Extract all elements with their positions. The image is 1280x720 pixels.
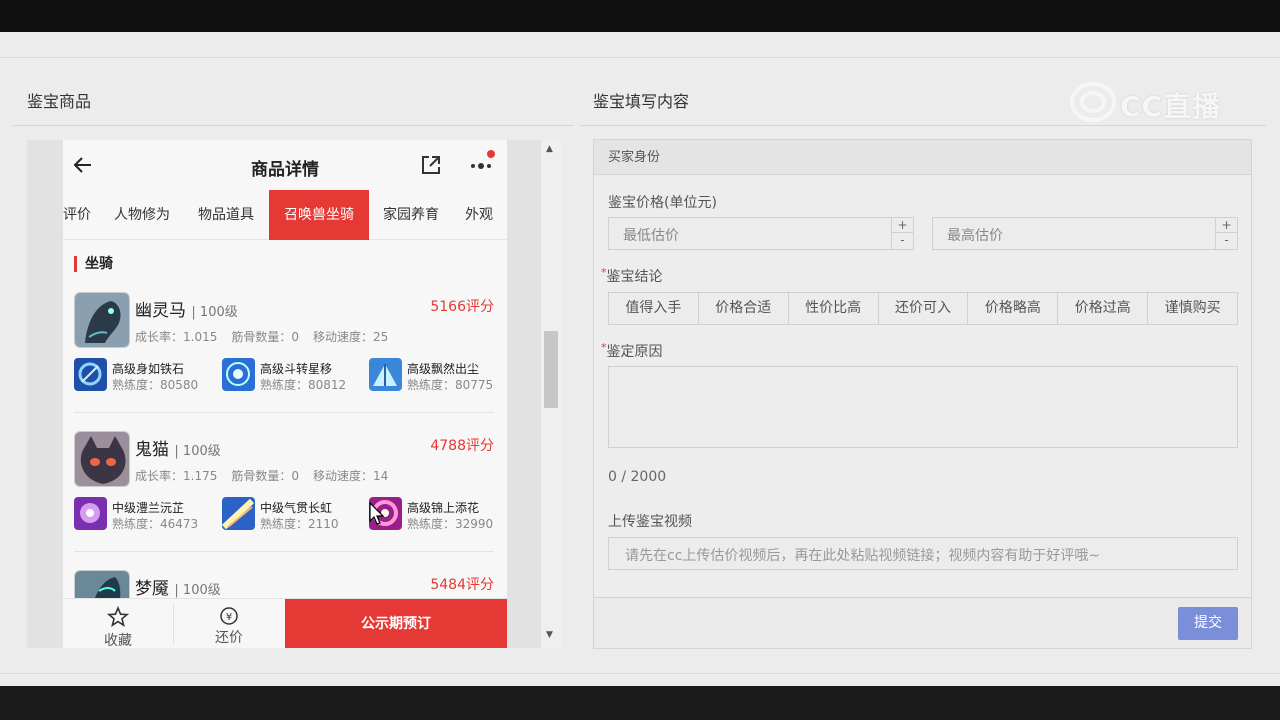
scrollbar-thumb[interactable] [544, 331, 558, 408]
skill-item: 高级斗转星移 熟练度：80812 [222, 358, 370, 392]
mouse-cursor-icon [369, 502, 385, 525]
preview-scrollbar[interactable]: ▲ ▼ [541, 140, 562, 648]
pet-stats: 成长率：1.015 筋骨数量：0 移动速度：25 [135, 330, 389, 344]
pet-stats: 成长率：1.175 筋骨数量：0 移动速度：14 [135, 469, 389, 483]
conclusion-option[interactable]: 性价比高 [788, 293, 879, 324]
tab-home[interactable]: 家园养育 [375, 190, 447, 240]
pet-name: 鬼猫 | 100级 [135, 440, 221, 460]
tab-appearance[interactable]: 外观 [459, 190, 499, 240]
pet-score: 5484评分 [430, 577, 494, 593]
skill-icon [222, 497, 255, 530]
phone-bottom-bar: 收藏 ¥ 还价 公示期预订 [63, 598, 507, 648]
tab-character[interactable]: 人物修为 [105, 190, 179, 240]
scroll-down-icon[interactable]: ▼ [546, 630, 553, 640]
skill-icon [222, 358, 255, 391]
min-price-stepper[interactable]: + - [891, 218, 913, 249]
product-preview: 商品详情 评价 人物修为 物品道具 召唤兽坐骑 家园养育 外观 坐骑 幽灵马 |… [27, 140, 562, 648]
skill-icon [74, 497, 107, 530]
favorite-button[interactable]: 收藏 [63, 599, 173, 648]
left-divider [13, 125, 574, 126]
conclusion-option[interactable]: 谨慎购买 [1148, 293, 1238, 324]
svg-text:¥: ¥ [226, 612, 232, 623]
phone-nav-bar: 商品详情 [63, 140, 507, 190]
tab-items[interactable]: 物品道具 [189, 190, 263, 240]
window-bottom-bar [0, 686, 1280, 720]
phone-screen: 商品详情 评价 人物修为 物品道具 召唤兽坐骑 家园养育 外观 坐骑 幽灵马 |… [63, 140, 507, 648]
conclusion-label: *鉴宝结论 [601, 266, 663, 285]
skill-item: 中级澧兰沅芷 熟练度：46473 [74, 497, 222, 531]
tab-summons-mounts[interactable]: 召唤兽坐骑 [269, 190, 369, 240]
category-tabs: 评价 人物修为 物品道具 召唤兽坐骑 家园养育 外观 [63, 190, 507, 240]
reserve-button[interactable]: 公示期预订 [285, 599, 507, 648]
pet-name: 幽灵马 | 100级 [135, 301, 238, 321]
list-item[interactable]: 鬼猫 | 100级 4788评分 成长率：1.175 筋骨数量：0 移动速度：14 … [74, 431, 498, 569]
bargain-button[interactable]: ¥ 还价 [174, 599, 284, 648]
min-price-input[interactable]: 最低估价 + - [608, 217, 914, 250]
skill-icon [369, 358, 402, 391]
left-section-title: 鉴宝商品 [27, 92, 92, 111]
window-top-bar [0, 0, 1280, 32]
buyer-identity-header: 买家身份 [594, 140, 1251, 175]
yuan-coin-icon: ¥ [220, 607, 238, 625]
share-icon[interactable] [420, 154, 442, 176]
skill-item: 高级飘然出尘 熟练度：80775 [369, 358, 507, 392]
star-icon [107, 606, 129, 627]
section-heading: 坐骑 [74, 256, 113, 272]
more-menu-icon[interactable] [468, 150, 496, 176]
notification-dot-icon [487, 150, 495, 158]
skill-icon [74, 358, 107, 391]
list-item[interactable]: 幽灵马 | 100级 5166评分 成长率：1.015 筋骨数量：0 移动速度：25… [74, 292, 498, 430]
item-divider [74, 412, 494, 413]
pet-score: 5166评分 [430, 299, 494, 315]
top-border [0, 57, 1280, 58]
right-divider [580, 125, 1266, 126]
video-url-input[interactable]: 请先在cc上传估价视频后，再在此处粘贴视频链接；视频内容有助于好评哦~ [608, 537, 1238, 570]
conclusion-option[interactable]: 价格过高 [1058, 293, 1149, 324]
conclusion-option[interactable]: 还价可入 [878, 293, 969, 324]
conclusion-option[interactable]: 值得入手 [609, 293, 699, 324]
skill-item: 高级锦上添花 熟练度：32990 [369, 497, 507, 531]
skill-item: 中级气贯长虹 熟练度：2110 [222, 497, 370, 531]
conclusion-option[interactable]: 价格略高 [968, 293, 1059, 324]
reason-textarea[interactable] [608, 366, 1238, 448]
right-section-title: 鉴宝填写内容 [593, 92, 690, 111]
pet-avatar [74, 431, 130, 487]
reason-label: *鉴定原因 [601, 341, 663, 360]
scroll-up-icon[interactable]: ▲ [546, 144, 553, 154]
max-price-input[interactable]: 最高估价 + - [932, 217, 1238, 250]
conclusion-option[interactable]: 价格合适 [698, 293, 789, 324]
price-label: 鉴宝价格(单位元) [608, 195, 717, 211]
appraisal-form: 买家身份 鉴宝价格(单位元) 最低估价 + - 最高估价 + - *鉴宝结论 值得入… [593, 139, 1252, 649]
char-counter: 0 / 2000 [608, 469, 667, 485]
pet-name: 梦魇 | 100级 [135, 579, 221, 599]
conclusion-options: 值得入手 价格合适 性价比高 还价可入 价格略高 价格过高 谨慎购买 [608, 292, 1238, 325]
form-footer: 提交 [594, 597, 1251, 648]
pet-score: 4788评分 [430, 438, 494, 454]
cc-watermark-logo: CC直播 [1070, 80, 1240, 124]
submit-button[interactable]: 提交 [1178, 607, 1238, 640]
max-price-stepper[interactable]: + - [1215, 218, 1237, 249]
video-label: 上传鉴宝视频 [608, 514, 692, 530]
mount-list: 坐骑 幽灵马 | 100级 5166评分 成长率：1.015 筋骨数量：0 移动速度… [63, 240, 507, 626]
skill-item: 高级身如铁石 熟练度：80580 [74, 358, 222, 392]
tab-review[interactable]: 评价 [63, 190, 91, 240]
bottom-border [0, 673, 1280, 674]
pet-avatar [74, 292, 130, 348]
item-divider [74, 551, 494, 552]
